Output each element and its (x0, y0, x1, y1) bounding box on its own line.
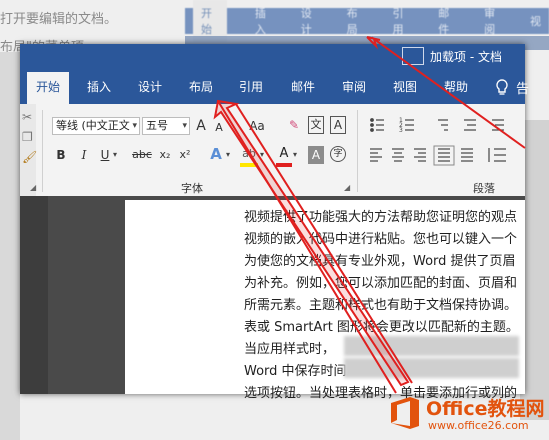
chevron-down-icon: ▾ (132, 121, 137, 131)
chevron-down-icon: ▾ (226, 150, 231, 159)
font-group-label: 字体 (181, 182, 203, 195)
background-tab: 插入 (254, 7, 266, 36)
document-line: 为补充。例如，您可以添加匹配的封面、页眉和 (244, 276, 518, 291)
document-line: 当应用样式时， (244, 342, 336, 357)
dialog-launcher-icon[interactable]: ◢ (30, 183, 36, 192)
tell-me-label[interactable]: 告 (516, 78, 529, 97)
document-line: 视频的嵌入代码中进行粘贴。您也可以键入一个 (244, 232, 518, 247)
logo-url: www.office26.com (428, 419, 529, 432)
document-line: 所需元素。主题和样式也有助于文档保持协调。 (244, 298, 518, 313)
paragraph-row-1: 123 (368, 115, 518, 139)
chevron-down-icon: ▾ (260, 150, 265, 159)
paragraph-group-label: 段落 (473, 182, 495, 195)
background-tab: 审阅 (484, 7, 496, 36)
svg-text:3: 3 (399, 127, 403, 134)
enclose-characters-button[interactable]: 字 (330, 146, 346, 162)
italic-button[interactable]: I (78, 146, 90, 164)
document-line: 表或 SmartArt 图形将会更改以匹配新的主题。 (244, 320, 519, 335)
document-line: 视频提供了功能强大的方法帮助您证明您的观点 (244, 210, 518, 225)
phonetic-guide-button[interactable]: 文 (308, 116, 324, 134)
tab-home[interactable]: 开始 (27, 72, 69, 104)
document-line: Word 中保存时间 (244, 364, 347, 379)
chevron-down-icon: ▾ (182, 121, 187, 131)
background-tab: 布局 (346, 7, 358, 36)
cut-icon[interactable]: ✂ (22, 110, 32, 124)
text-effects-button[interactable]: A (208, 145, 224, 163)
copy-icon[interactable]: ❐ (22, 130, 33, 144)
office-logo-icon (388, 396, 422, 430)
document-line: 为使您的文档具有专业外观，Word 提供了页眉 (244, 254, 516, 269)
tab-view[interactable]: 视图 (386, 72, 424, 104)
chevron-down-icon: ▾ (113, 150, 118, 159)
tab-review[interactable]: 审阅 (335, 72, 373, 104)
left-margin (20, 196, 48, 394)
tab-mailings[interactable]: 邮件 (284, 72, 322, 104)
background-tab: 引用 (392, 7, 404, 36)
format-painter-icon[interactable]: 🖌 (22, 150, 37, 164)
group-separator (357, 110, 358, 192)
title-bar-button[interactable] (402, 47, 424, 65)
highlight-button[interactable]: ab (240, 145, 258, 167)
shrink-font-button[interactable]: A (212, 119, 226, 137)
font-name-dropdown[interactable]: 等线 (中文正文 ▾ (52, 117, 140, 135)
chevron-down-icon: ▾ (293, 150, 298, 159)
font-name-value: 等线 (中文正文 (56, 119, 130, 132)
superscript-button[interactable]: x² (177, 146, 193, 164)
blurred-region (344, 336, 519, 356)
group-separator (42, 110, 43, 192)
tab-help[interactable]: 帮助 (437, 72, 475, 104)
bold-button[interactable]: B (55, 146, 67, 164)
dialog-launcher-icon[interactable]: ◢ (344, 183, 350, 192)
font-size-value: 五号 (146, 119, 168, 132)
character-shading-button[interactable]: A (308, 146, 324, 164)
background-text-line: 打开要编辑的文档。 (0, 12, 118, 27)
font-color-button[interactable]: A (276, 145, 292, 167)
character-border-button[interactable]: A (330, 116, 346, 134)
logo-title: Office教程网 (426, 398, 545, 420)
background-tab: 邮件 (438, 7, 450, 36)
tab-layout[interactable]: 布局 (182, 72, 220, 104)
window-title: 加载项 - 文档 (430, 50, 502, 64)
clear-formatting-icon[interactable]: ✎ (286, 116, 302, 134)
blurred-region (344, 358, 519, 378)
background-left-panel (0, 52, 20, 440)
font-size-dropdown[interactable]: 五号 ▾ (142, 117, 190, 135)
tab-insert[interactable]: 插入 (80, 72, 118, 104)
background-tab: 设计 (300, 7, 312, 36)
grow-font-button[interactable]: A (193, 117, 209, 135)
lightbulb-icon[interactable] (493, 78, 511, 98)
background-ribbon-tabs: 开始 插入 设计 布局 引用 邮件 审阅 视 (185, 0, 549, 42)
strikethrough-button[interactable]: abc (130, 146, 154, 164)
underline-button[interactable]: U (99, 146, 111, 164)
paragraph-row-2 (368, 145, 518, 167)
background-tab: 视 (530, 15, 542, 28)
tab-design[interactable]: 设计 (131, 72, 169, 104)
tab-references[interactable]: 引用 (232, 72, 270, 104)
subscript-button[interactable]: x₂ (157, 146, 173, 164)
change-case-button[interactable]: Aa (243, 117, 271, 135)
